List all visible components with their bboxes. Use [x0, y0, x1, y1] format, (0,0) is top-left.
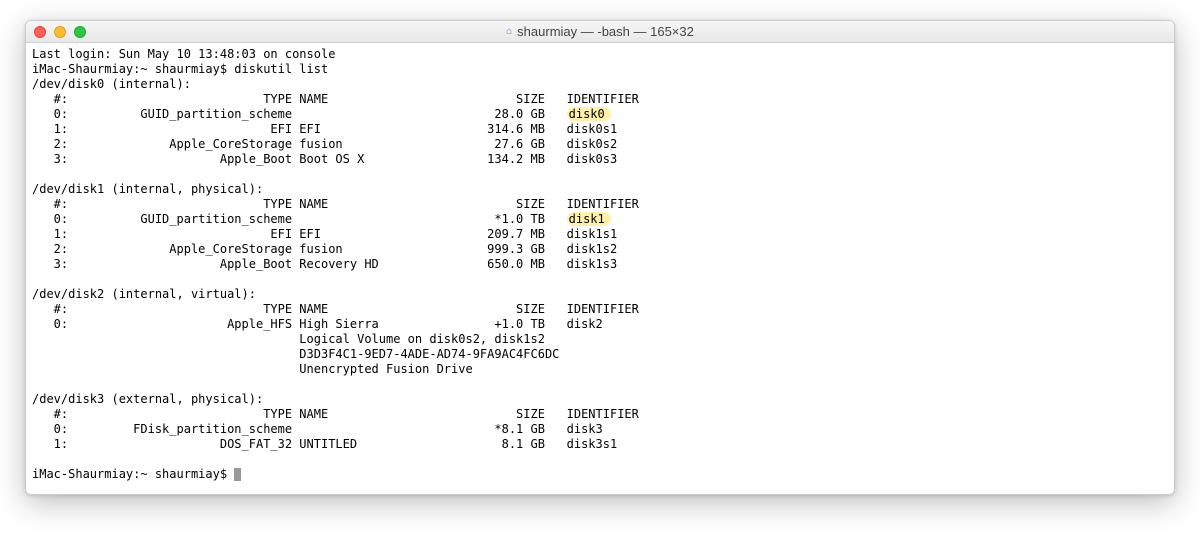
cursor — [234, 468, 241, 481]
highlighted-identifier: disk0 — [567, 107, 611, 121]
highlighted-identifier: disk1 — [567, 212, 611, 226]
terminal-window: ⌂ shaurmiay — -bash — 165×32 Last login:… — [25, 20, 1175, 495]
window-title: ⌂ shaurmiay — -bash — 165×32 — [26, 24, 1174, 39]
home-icon: ⌂ — [506, 26, 512, 37]
terminal-body[interactable]: Last login: Sun May 10 13:48:03 on conso… — [26, 43, 1174, 494]
title-bar: ⌂ shaurmiay — -bash — 165×32 — [26, 21, 1174, 43]
window-title-text: shaurmiay — -bash — 165×32 — [517, 24, 694, 39]
